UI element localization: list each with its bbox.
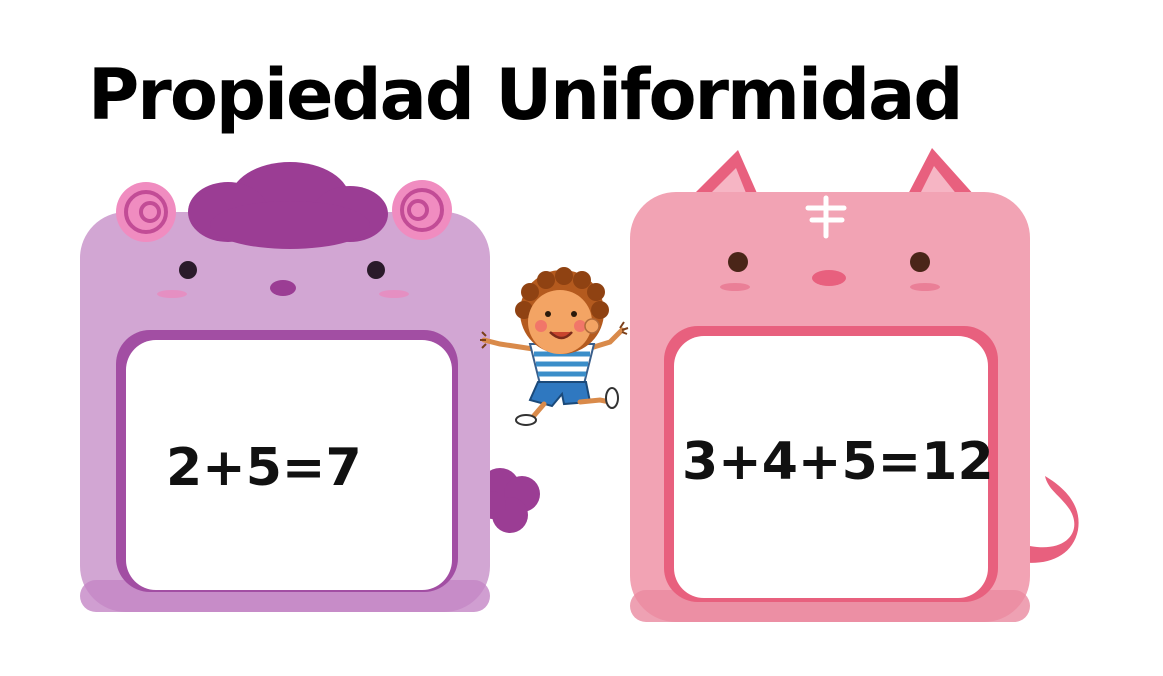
hair-cloud (188, 162, 388, 249)
cat-eye-left (728, 252, 748, 272)
sheep-eye-right (367, 261, 385, 279)
right-horn-icon (392, 180, 452, 240)
illustration (80, 148, 1079, 622)
cat-nose (812, 270, 846, 286)
sheep-monster-card (80, 162, 540, 612)
left-horn-icon (116, 182, 176, 242)
cat-card (630, 148, 1079, 622)
cat-eye-right (910, 252, 930, 272)
equation-right: 3+4+5=12 (682, 432, 994, 492)
sheep-nose (270, 280, 296, 296)
equation-left: 2+5=7 (166, 438, 362, 498)
boy-character (480, 267, 629, 426)
sheep-eye-left (179, 261, 197, 279)
